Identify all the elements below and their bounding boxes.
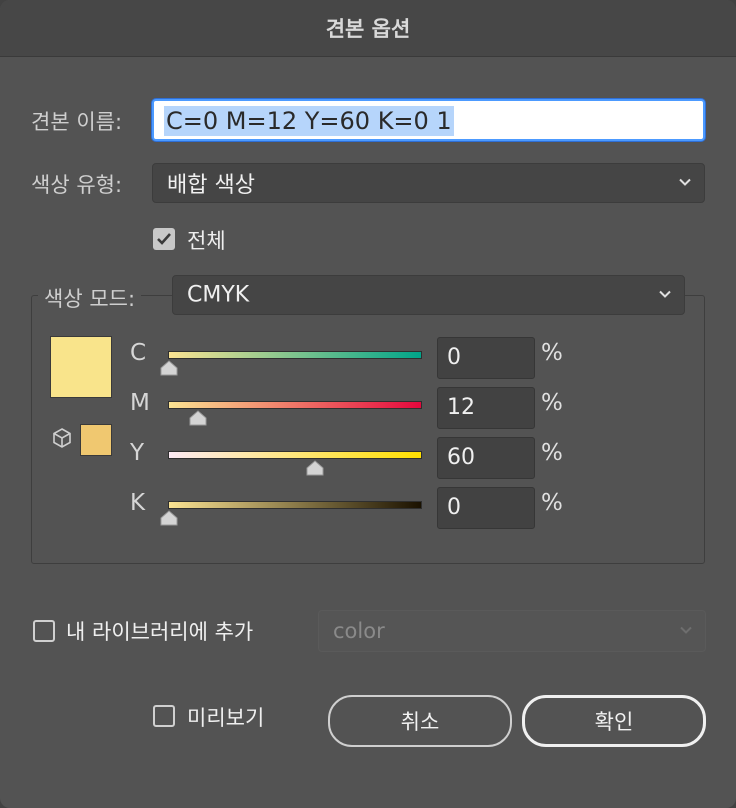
global-label: 전체 [187, 229, 226, 253]
out-of-gamut-cube-icon[interactable] [51, 427, 73, 449]
percent-unit: % [541, 390, 563, 416]
preview-label: 미리보기 [187, 706, 265, 730]
channel-slider-track[interactable] [168, 501, 422, 509]
channel-value-input[interactable]: 60 [437, 437, 535, 479]
swatch-name-input[interactable]: C=0 M=12 Y=60 K=0 1 [152, 99, 705, 141]
channel-slider-track[interactable] [168, 401, 422, 409]
color-mode-dropdown[interactable]: CMYK [172, 275, 685, 315]
preview-checkbox[interactable] [153, 705, 175, 727]
channel-slider-track[interactable] [168, 451, 422, 459]
color-mode-label: 색상 모드: [38, 283, 142, 313]
channel-value-input[interactable]: 0 [437, 337, 535, 379]
swatch-name-label: 견본 이름: [31, 110, 123, 134]
channel-value-input[interactable]: 12 [437, 387, 535, 429]
slider-thumb[interactable] [189, 410, 207, 426]
checkmark-icon [157, 233, 171, 245]
slider-thumb[interactable] [160, 510, 178, 526]
ok-button[interactable]: 확인 [522, 695, 706, 747]
swatch-name-value: C=0 M=12 Y=60 K=0 1 [164, 106, 454, 136]
library-select-value: color [333, 619, 385, 643]
chevron-down-icon [680, 626, 692, 634]
gamut-warning-swatch[interactable] [80, 424, 112, 456]
dialog-title: 견본 옵션 [325, 17, 411, 41]
slider-thumb[interactable] [160, 360, 178, 376]
cancel-button[interactable]: 취소 [328, 695, 512, 747]
add-to-library-checkbox[interactable] [33, 620, 55, 642]
swatch-options-dialog: 견본 옵션 견본 이름: C=0 M=12 Y=60 K=0 1 색상 유형: … [0, 0, 736, 808]
color-type-dropdown[interactable]: 배합 색상 [152, 163, 705, 203]
slider-thumb[interactable] [306, 460, 324, 476]
channel-value-input[interactable]: 0 [437, 487, 535, 529]
channel-slider-track[interactable] [168, 351, 422, 359]
color-preview-swatch [50, 336, 112, 398]
percent-unit: % [541, 340, 563, 366]
add-to-library-label: 내 라이브러리에 추가 [66, 620, 254, 644]
channel-label: K [130, 490, 146, 516]
color-type-label: 색상 유형: [31, 173, 123, 197]
color-mode-group [31, 295, 705, 564]
channel-label: C [130, 340, 147, 366]
color-type-value: 배합 색상 [167, 173, 255, 198]
library-select[interactable]: color [318, 610, 706, 652]
percent-unit: % [541, 490, 563, 516]
chevron-down-icon [679, 178, 691, 186]
global-checkbox[interactable] [153, 228, 175, 250]
channel-label: M [130, 390, 150, 416]
color-mode-value: CMYK [187, 282, 250, 308]
percent-unit: % [541, 440, 563, 466]
title-bar[interactable]: 견본 옵션 [0, 0, 736, 57]
chevron-down-icon [659, 290, 671, 298]
channel-label: Y [130, 440, 145, 466]
